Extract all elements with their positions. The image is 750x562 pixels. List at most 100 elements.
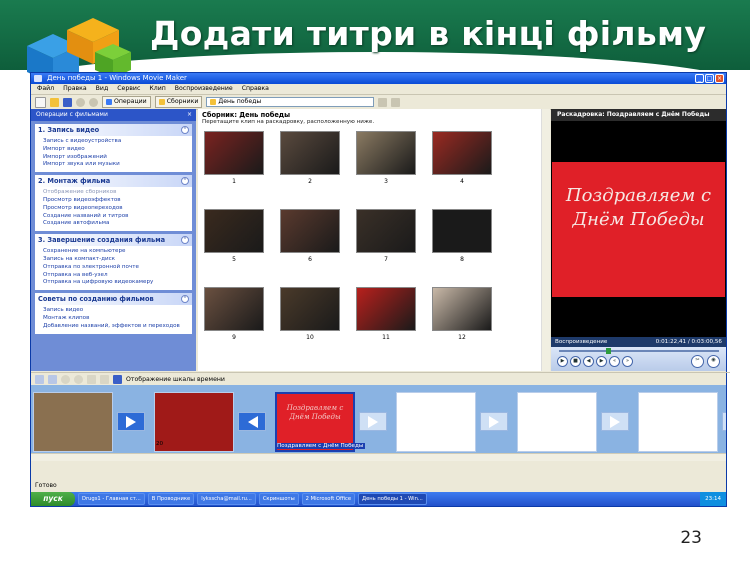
storyboard-frame[interactable]: [638, 392, 718, 452]
collection-clip[interactable]: 9: [204, 287, 264, 341]
task-link[interactable]: Создание автофильма: [43, 220, 192, 228]
menu-edit[interactable]: Правка: [63, 84, 87, 94]
task-link[interactable]: Создание названий и титров: [43, 213, 192, 221]
collection-clip[interactable]: 10: [280, 287, 340, 341]
clip-thumbnail: [204, 209, 264, 253]
transition-slot[interactable]: [722, 412, 726, 431]
menu-tools[interactable]: Сервис: [117, 84, 140, 94]
collection-scrollbar[interactable]: [541, 109, 550, 371]
clip-number: 10: [306, 334, 314, 341]
play-storyboard-icon[interactable]: [100, 374, 109, 384]
collections-button[interactable]: Сборники: [154, 96, 203, 108]
task-link[interactable]: Отправка на веб-узел: [43, 272, 192, 280]
split-clip-icon[interactable]: ✂: [691, 355, 704, 368]
collection-clip[interactable]: 12: [432, 287, 492, 341]
collapse-chevron-icon[interactable]: ⌃: [181, 126, 189, 134]
transition-slot[interactable]: [117, 412, 145, 431]
clip-number: 9: [232, 334, 236, 341]
collection-clip[interactable]: 7: [356, 209, 416, 263]
transition-slot[interactable]: [359, 412, 387, 431]
up-folder-icon[interactable]: [378, 97, 388, 107]
menu-view[interactable]: Вид: [96, 84, 109, 94]
stop-icon[interactable]: ■: [570, 356, 581, 367]
task-link[interactable]: Запись видео: [43, 307, 192, 315]
task-link[interactable]: Импорт изображений: [43, 154, 192, 162]
zoom-in-icon[interactable]: [61, 374, 70, 384]
collection-clip[interactable]: 5: [204, 209, 264, 263]
audio-levels-icon[interactable]: [48, 374, 57, 384]
taskbar-app-active[interactable]: День победы 1 - Win...: [358, 493, 427, 505]
transition-slot[interactable]: [238, 412, 266, 431]
seek-bar[interactable]: [559, 348, 719, 354]
start-button[interactable]: пуск: [31, 492, 75, 506]
take-picture-icon[interactable]: ◉: [707, 355, 720, 368]
collapse-chevron-icon[interactable]: ⌃: [181, 236, 189, 245]
collection-clip[interactable]: 6: [280, 209, 340, 263]
redo-icon[interactable]: [89, 97, 98, 107]
transition-slot[interactable]: [601, 412, 629, 431]
menu-file[interactable]: Файл: [37, 84, 54, 94]
task-link[interactable]: Импорт видео: [43, 146, 192, 154]
forward-icon[interactable]: »: [622, 356, 633, 367]
clip-thumbnail: [280, 209, 340, 253]
collection-clip[interactable]: 1: [204, 131, 264, 185]
playback-time: 0:01:22,41 / 0:03:00,56: [655, 339, 722, 345]
task-link[interactable]: Запись с видеоустройства: [43, 138, 192, 146]
task-link[interactable]: Просмотр видеоэффектов: [43, 197, 192, 205]
task-link[interactable]: Отправка на цифровую видеокамеру: [43, 279, 192, 287]
taskbar-app[interactable]: 2 Microsoft Office: [301, 493, 356, 505]
storyboard-frame[interactable]: [396, 392, 476, 452]
collapse-chevron-icon[interactable]: ⌃: [181, 295, 189, 304]
close-button[interactable]: ×: [715, 74, 724, 83]
previous-frame-icon[interactable]: ◀: [583, 356, 594, 367]
close-pane-icon[interactable]: ×: [187, 109, 192, 121]
collection-clip[interactable]: 2: [280, 131, 340, 185]
menu-help[interactable]: Справка: [242, 84, 269, 94]
collection-clip[interactable]: 3: [356, 131, 416, 185]
storyboard-frame[interactable]: [33, 392, 113, 452]
task-link[interactable]: Отправка по электронной почте: [43, 264, 192, 272]
task-link[interactable]: Добавление названий, эффектов и переходо…: [43, 323, 192, 331]
timeline-view-icon[interactable]: [113, 374, 122, 384]
views-icon[interactable]: [391, 97, 401, 107]
taskbar-app[interactable]: Drugs1 - Главная ст...: [78, 493, 145, 505]
operations-button[interactable]: Операции: [102, 96, 151, 108]
play-icon[interactable]: ▶: [557, 356, 568, 367]
menu-clip[interactable]: Клип: [149, 84, 165, 94]
collection-clip[interactable]: 11: [356, 287, 416, 341]
storyboard-scrollbar[interactable]: [31, 453, 726, 461]
minimize-button[interactable]: _: [695, 74, 704, 83]
new-project-icon[interactable]: [35, 96, 46, 108]
menu-play[interactable]: Воспроизведение: [175, 84, 233, 94]
task-link[interactable]: Запись на компакт-диск: [43, 256, 192, 264]
collection-hint: Перетащите клип на раскадровку, располож…: [202, 119, 375, 125]
narrate-icon[interactable]: [35, 374, 44, 384]
collapse-chevron-icon[interactable]: ⌃: [181, 177, 189, 186]
task-link[interactable]: Монтаж клипов: [43, 315, 192, 323]
clip-number: 4: [460, 178, 464, 185]
rewind-storyboard-icon[interactable]: [87, 374, 96, 384]
maximize-button[interactable]: □: [705, 74, 714, 83]
task-link[interactable]: Сохранение на компьютере: [43, 248, 192, 256]
timeline-toggle-label[interactable]: Отображение шкалы времени: [126, 376, 225, 383]
taskbar-app[interactable]: Скриншоты: [258, 493, 299, 505]
collection-clip[interactable]: 8: [432, 209, 492, 263]
storyboard: 20 Поздравляем с Днём Победы Поздравляем с…: [31, 385, 726, 453]
task-section-finish: 3. Завершение создания фильма ⌃ Сохранени…: [35, 234, 192, 291]
tasks-pane-title: Операции с фильмами: [36, 111, 108, 118]
taskbar-app[interactable]: В Проводнике: [147, 493, 195, 505]
collection-clip[interactable]: 4: [432, 131, 492, 185]
open-project-icon[interactable]: [50, 97, 59, 107]
storyboard-frame[interactable]: [154, 392, 234, 452]
undo-icon[interactable]: [76, 97, 85, 107]
zoom-out-icon[interactable]: [74, 374, 83, 384]
taskbar-app[interactable]: lyksscha@mail.ru...: [197, 493, 256, 505]
task-link[interactable]: Импорт звука или музыки: [43, 161, 192, 169]
save-project-icon[interactable]: [63, 97, 72, 107]
transition-slot[interactable]: [480, 412, 508, 431]
next-frame-icon[interactable]: ▶: [596, 356, 607, 367]
storyboard-frame[interactable]: [517, 392, 597, 452]
collection-select[interactable]: День победы: [206, 97, 375, 107]
task-link[interactable]: Просмотр видеопереходов: [43, 205, 192, 213]
rewind-icon[interactable]: «: [609, 356, 620, 367]
